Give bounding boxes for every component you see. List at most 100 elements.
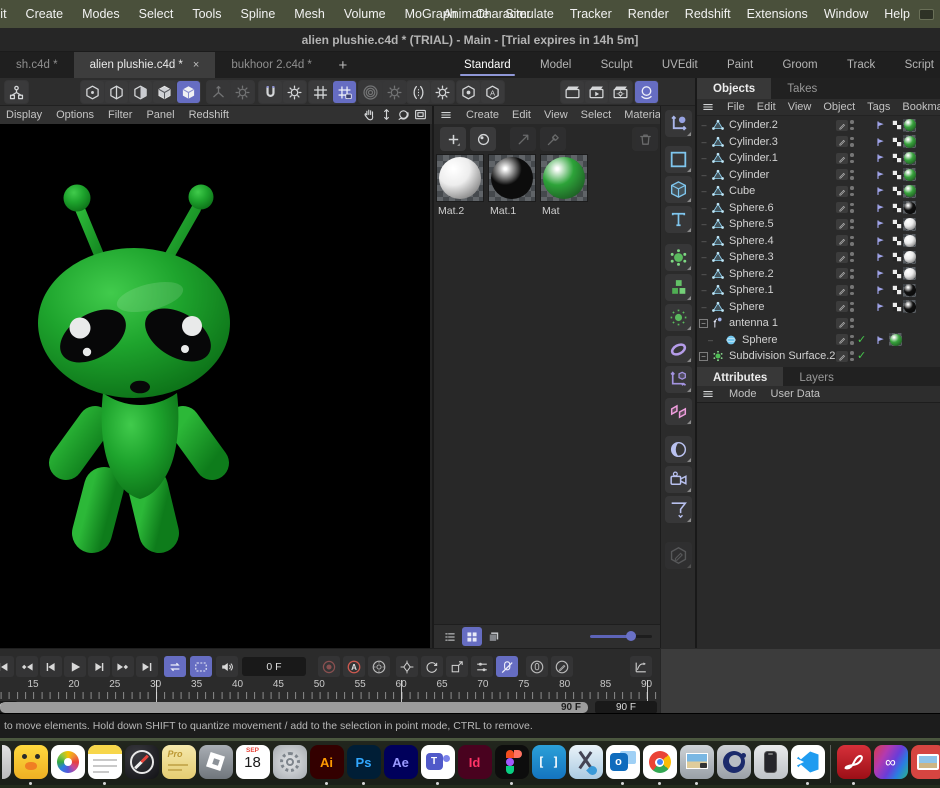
panel-tab-layers[interactable]: Layers [783,367,850,388]
render-settings-button[interactable] [609,81,632,103]
dock-vscode[interactable] [791,745,825,779]
object-name[interactable]: Cylinder [729,169,769,181]
deformer-button[interactable] [665,336,692,363]
menu-extensions[interactable]: Extensions [747,7,808,21]
object-row[interactable]: –Sphere.6 [697,200,940,217]
edit-toggle-icon[interactable] [836,285,848,296]
object-row[interactable]: –Sphere [697,299,940,316]
orbit-icon[interactable] [396,107,411,122]
render-view-button[interactable] [561,81,584,103]
dock-photos[interactable] [51,745,85,779]
workplane-lock-button[interactable] [333,81,356,103]
model-mode-button[interactable] [153,81,176,103]
visibility-dots[interactable] [850,335,854,348]
key-pla-button[interactable] [496,656,518,677]
material-thumbnail[interactable] [436,154,484,202]
prev-frame-button[interactable] [40,656,62,677]
enabled-check-icon[interactable]: ✓ [857,333,866,346]
render-picture-viewer-button[interactable] [585,81,608,103]
document-tab[interactable]: bukhoor 2.c4d * [215,52,328,78]
object-name[interactable]: Cylinder.2 [729,119,778,131]
layout-tab-script[interactable]: Script [899,52,940,78]
visibility-dots[interactable] [850,219,854,232]
edit-toggle-icon[interactable] [836,153,848,164]
visibility-dots[interactable] [850,351,854,364]
object-row[interactable]: –Cube [697,183,940,200]
dock-creative-cloud[interactable]: ∞ [874,745,908,779]
menu-render[interactable]: Render [628,7,669,21]
attribute-menu-user-data[interactable]: User Data [771,388,821,400]
material-tag-icon[interactable] [903,251,916,264]
enabled-check-icon[interactable]: ✓ [857,349,866,362]
object-name[interactable]: Sphere.1 [729,284,774,296]
sound-button[interactable] [216,656,238,677]
viewport-menu-redshift[interactable]: Redshift [189,109,229,121]
edges-mode-button[interactable] [105,81,128,103]
phong-tag-icon[interactable] [875,251,887,263]
menu-create[interactable]: Create [26,7,64,21]
object-row[interactable]: –Sphere.3 [697,249,940,266]
material-tag-icon[interactable] [889,333,902,346]
material-menu-edit[interactable]: Edit [512,109,531,121]
panel-tab-attributes[interactable]: Attributes [697,367,783,388]
preview-range-bar[interactable]: 90 F [0,702,588,713]
expander-icon[interactable]: − [699,352,708,361]
close-tab-icon[interactable]: × [193,59,199,71]
layout-tab-track[interactable]: Track [841,52,881,78]
material-menu-create[interactable]: Create [466,109,499,121]
record-button[interactable] [318,656,340,677]
goto-start-button[interactable] [0,656,14,677]
material-menu-select[interactable]: Select [581,109,612,121]
gear-button[interactable] [431,81,454,103]
menu-animate[interactable]: Animate [443,7,489,21]
object-menu-bookmarks[interactable]: Bookmarks [902,101,940,113]
environment-button[interactable] [665,436,692,463]
visibility-dots[interactable] [850,137,854,150]
material-ball-button[interactable] [470,127,496,151]
texture-tag-icon[interactable] [891,301,903,313]
object-row[interactable]: –Sphere.1 [697,282,940,299]
object-name[interactable]: Sphere [742,334,777,346]
object-name[interactable]: Sphere.4 [729,235,774,247]
camera-button[interactable] [665,466,692,493]
menu-window[interactable]: Window [824,7,868,21]
gear-button[interactable] [283,81,306,103]
polygon-object-icon[interactable] [711,283,725,297]
phong-tag-icon[interactable] [875,185,887,197]
layout-tab-sculpt[interactable]: Sculpt [595,52,639,78]
edit-toggle-icon[interactable] [836,351,848,362]
menubar-status-icon[interactable] [919,9,934,20]
gear-button[interactable] [383,81,406,103]
object-name[interactable]: Cylinder.1 [729,152,778,164]
material-tag-icon[interactable] [903,119,916,132]
polygon-object-icon[interactable] [711,168,725,182]
object-name[interactable]: Sphere.2 [729,268,774,280]
dock-roblox[interactable] [199,745,233,779]
polygons-mode-button[interactable] [129,81,152,103]
cube-primitive-button[interactable] [665,176,692,203]
hamburger-icon[interactable] [701,100,715,114]
phong-tag-icon[interactable] [875,119,887,131]
key-rotation-button[interactable] [421,656,443,677]
menu-simulate[interactable]: Simulate [505,7,554,21]
auto-snap-button[interactable]: A [481,81,504,103]
grid-view-button[interactable] [462,627,482,646]
phong-tag-icon[interactable] [875,136,887,148]
visibility-dots[interactable] [850,203,854,216]
visibility-dots[interactable] [850,285,854,298]
polygon-object-icon[interactable] [711,250,725,264]
document-tab[interactable]: sh.c4d * [0,52,74,78]
material-tag-icon[interactable] [903,201,916,214]
timeline-ruler[interactable]: 15202530354045505560657075808590 [0,679,660,701]
material-menu-view[interactable]: View [544,109,568,121]
dock-cinema4d[interactable] [717,745,751,779]
field-button[interactable] [665,366,692,393]
visibility-dots[interactable] [850,269,854,282]
dock-notes[interactable] [88,745,122,779]
visibility-dots[interactable] [850,252,854,265]
phong-tag-icon[interactable] [875,334,887,346]
viewport-menu-filter[interactable]: Filter [108,109,132,121]
object-name[interactable]: antenna 1 [729,317,778,329]
object-name[interactable]: Sphere.5 [729,218,774,230]
list-view-button[interactable] [440,627,460,646]
